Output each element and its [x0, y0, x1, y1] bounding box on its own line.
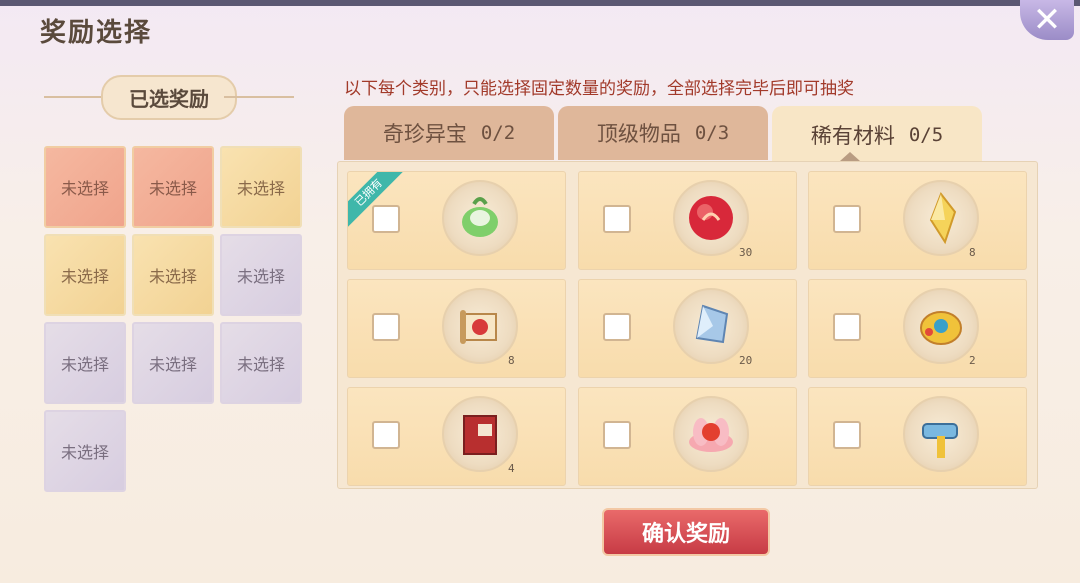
item-card[interactable]: 30 — [578, 171, 797, 270]
item-quantity: 20 — [739, 354, 753, 367]
item-card[interactable]: 8 — [347, 279, 566, 378]
item-checkbox[interactable] — [833, 421, 861, 449]
item-quantity: 30 — [739, 246, 753, 259]
golden-artifact-icon[interactable] — [903, 288, 979, 364]
tab-label: 稀有材料 — [810, 124, 895, 148]
tab-count: 0/5 — [908, 124, 944, 146]
item-card[interactable]: 20 — [578, 279, 797, 378]
divider-right — [224, 96, 294, 98]
item-checkbox[interactable] — [603, 313, 631, 341]
reward-slot[interactable]: 未选择 — [44, 410, 126, 492]
item-checkbox[interactable] — [833, 205, 861, 233]
hammer-icon[interactable] — [903, 396, 979, 472]
selected-slots-grid: 未选择 未选择 未选择 未选择 未选择 未选择 未选择 未选择 未选择 未选择 — [44, 146, 302, 492]
item-quantity: 8 — [969, 246, 976, 259]
tab-count: 0/2 — [480, 122, 516, 144]
green-pouch-icon[interactable] — [442, 180, 518, 256]
selected-rewards-title: 已选奖励 — [101, 74, 237, 120]
item-checkbox[interactable] — [372, 313, 400, 341]
item-checkbox[interactable] — [603, 421, 631, 449]
close-button[interactable]: ✕ — [1020, 0, 1074, 40]
reward-slot[interactable]: 未选择 — [44, 234, 126, 316]
reward-slot[interactable]: 未选择 — [132, 146, 214, 228]
item-quantity: 2 — [969, 354, 976, 367]
item-checkbox[interactable] — [372, 421, 400, 449]
item-quantity: 8 — [508, 354, 515, 367]
item-card[interactable]: 8 — [808, 171, 1027, 270]
lotus-icon[interactable] — [673, 396, 749, 472]
yellow-crystal-icon[interactable] — [903, 180, 979, 256]
tab-1[interactable]: 顶级物品 0/3 — [558, 106, 768, 160]
close-icon: ✕ — [1032, 0, 1062, 40]
items-panel: 已拥有 30 8 8 20 2 4 — [337, 161, 1038, 489]
tab-0[interactable]: 奇珍异宝 0/2 — [344, 106, 554, 160]
item-card[interactable] — [578, 387, 797, 486]
window-top-border — [0, 0, 1080, 6]
tab-2[interactable]: 稀有材料 0/5 — [772, 106, 982, 164]
page-title: 奖励选择 — [40, 18, 153, 48]
item-checkbox[interactable] — [833, 313, 861, 341]
item-card[interactable]: 已拥有 — [347, 171, 566, 270]
reward-slot[interactable]: 未选择 — [44, 322, 126, 404]
selected-rewards-header: 已选奖励 — [44, 74, 294, 120]
blue-crystal-icon[interactable] — [673, 288, 749, 364]
tab-count: 0/3 — [694, 122, 730, 144]
reward-slot[interactable]: 未选择 — [132, 234, 214, 316]
tab-label: 顶级物品 — [596, 122, 681, 146]
active-tab-indicator — [840, 152, 860, 161]
tab-label: 奇珍异宝 — [382, 122, 467, 146]
reward-slot[interactable]: 未选择 — [44, 146, 126, 228]
reward-slot[interactable]: 未选择 — [132, 322, 214, 404]
red-orb-icon[interactable] — [673, 180, 749, 256]
item-card[interactable]: 2 — [808, 279, 1027, 378]
reward-slot[interactable]: 未选择 — [220, 234, 302, 316]
item-checkbox[interactable] — [603, 205, 631, 233]
item-checkbox[interactable] — [372, 205, 400, 233]
item-card[interactable] — [808, 387, 1027, 486]
confirm-rewards-button[interactable]: 确认奖励 — [602, 508, 770, 556]
reward-slot[interactable]: 未选择 — [220, 146, 302, 228]
reward-slot[interactable]: 未选择 — [220, 322, 302, 404]
red-book-icon[interactable] — [442, 396, 518, 472]
scroll-icon[interactable] — [442, 288, 518, 364]
instruction-text: 以下每个类别，只能选择固定数量的奖励，全部选择完毕后即可抽奖 — [344, 79, 854, 99]
item-quantity: 4 — [508, 462, 515, 475]
item-card[interactable]: 4 — [347, 387, 566, 486]
